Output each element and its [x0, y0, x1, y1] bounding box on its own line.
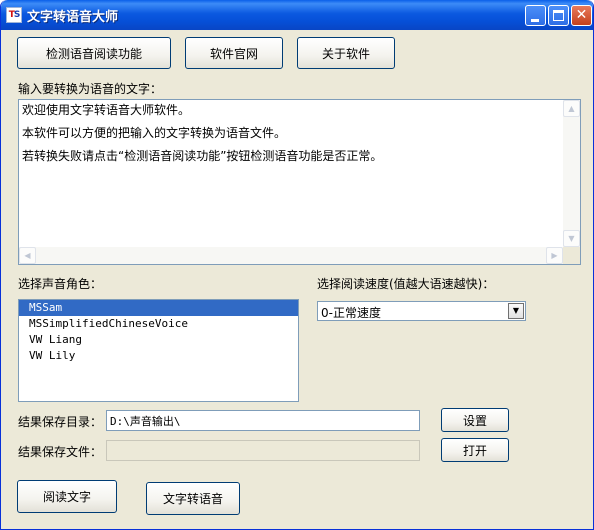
- chevron-down-icon[interactable]: ▼: [508, 303, 524, 319]
- voice-item-lily[interactable]: VW Lily: [19, 348, 298, 364]
- scroll-right-icon[interactable]: ▶: [546, 247, 563, 264]
- save-dir-input[interactable]: [106, 410, 420, 431]
- app-icon-letter-s: S: [13, 10, 21, 20]
- detect-voice-button[interactable]: 检测语音阅读功能: [17, 37, 171, 69]
- close-icon: ✕: [575, 7, 588, 23]
- read-text-button[interactable]: 阅读文字: [17, 480, 117, 513]
- settings-button[interactable]: 设置: [441, 408, 509, 432]
- voice-item-chinese[interactable]: MSSimplifiedChineseVoice: [19, 316, 298, 332]
- save-file-label: 结果保存文件：: [18, 445, 103, 459]
- vertical-scrollbar[interactable]: ▲ ▼: [563, 100, 580, 247]
- text-input-content[interactable]: 欢迎使用文字转语音大师软件。 本软件可以方便的把输入的文字转换为语音文件。 若转…: [22, 103, 562, 172]
- speed-select[interactable]: 0-正常速度 ▼: [317, 301, 526, 321]
- text-input-area[interactable]: 欢迎使用文字转语音大师软件。 本软件可以方便的把输入的文字转换为语音文件。 若转…: [18, 99, 581, 265]
- convert-to-speech-button[interactable]: 文字转语音: [146, 482, 240, 515]
- scroll-down-icon[interactable]: ▼: [563, 230, 580, 247]
- maximize-button[interactable]: [548, 5, 569, 26]
- speed-label: 选择阅读速度(值越大语速越快)：: [317, 277, 495, 291]
- text-line: 本软件可以方便的把输入的文字转换为语音文件。: [22, 126, 287, 140]
- title-bar[interactable]: TS 文字转语音大师 ✕: [1, 0, 593, 30]
- scroll-up-icon[interactable]: ▲: [563, 100, 580, 117]
- save-file-input: [106, 440, 420, 461]
- close-button[interactable]: ✕: [571, 5, 592, 26]
- window-title: 文字转语音大师: [27, 10, 119, 25]
- voice-item-liang[interactable]: VW Liang: [19, 332, 298, 348]
- save-dir-label: 结果保存目录：: [18, 415, 103, 429]
- about-button[interactable]: 关于软件: [297, 37, 395, 69]
- maximize-icon: [553, 10, 564, 21]
- minimize-button[interactable]: [525, 5, 546, 26]
- voice-label: 选择声音角色：: [18, 277, 103, 291]
- horizontal-scrollbar[interactable]: ◀ ▶: [19, 247, 563, 264]
- scroll-left-icon[interactable]: ◀: [19, 247, 36, 264]
- text-input-label: 输入要转换为语音的文字：: [18, 82, 163, 96]
- voice-item-mssam[interactable]: MSSam: [19, 300, 298, 316]
- scrollbar-corner: [563, 247, 580, 264]
- voice-list[interactable]: MSSam MSSimplifiedChineseVoice VW Liang …: [18, 299, 299, 402]
- app-icon: TS: [6, 7, 22, 23]
- text-line: 欢迎使用文字转语音大师软件。: [22, 103, 191, 117]
- minimize-icon: [531, 19, 539, 22]
- app-window: TS 文字转语音大师 ✕ 检测语音阅读功能 软件官网 关于软件 输入要转换为语音…: [0, 0, 594, 530]
- text-line: 若转换失败请点击“检测语音阅读功能”按钮检测语音功能是否正常。: [22, 149, 383, 163]
- open-button[interactable]: 打开: [441, 438, 509, 462]
- official-website-button[interactable]: 软件官网: [185, 37, 283, 69]
- speed-select-value: 0-正常速度: [321, 306, 381, 320]
